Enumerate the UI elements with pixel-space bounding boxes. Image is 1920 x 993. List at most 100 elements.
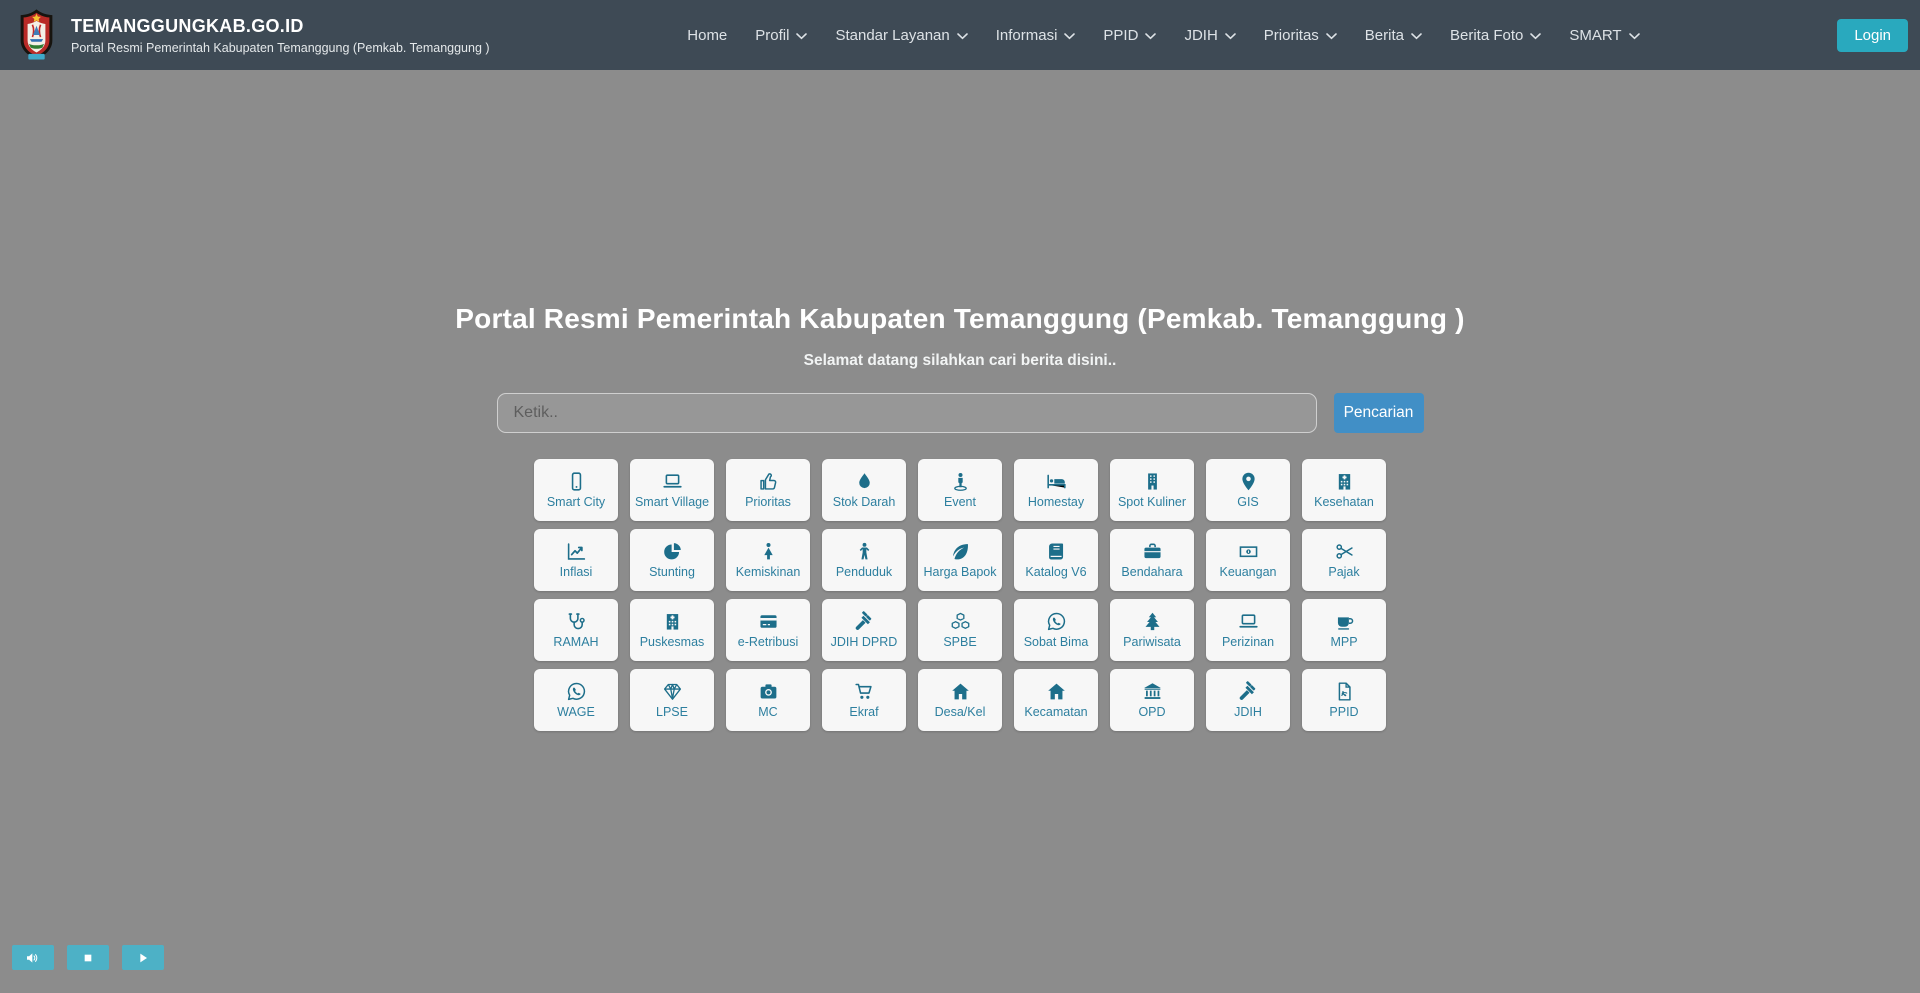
tile-smart-city[interactable]: Smart City	[534, 459, 618, 521]
tile-inflasi[interactable]: Inflasi	[534, 529, 618, 591]
play-button[interactable]	[122, 945, 164, 970]
tile-label: Katalog V6	[1025, 566, 1086, 579]
nav-item-home[interactable]: Home	[687, 27, 727, 44]
search-bar: Pencarian	[0, 393, 1920, 433]
tile-mc[interactable]: MC	[726, 669, 810, 731]
chevron-down-icon	[957, 33, 968, 40]
stop-button[interactable]	[67, 945, 109, 970]
stop-icon	[80, 950, 96, 966]
nav-item-label: Profil	[755, 27, 789, 44]
thumbs-up-icon	[758, 471, 779, 492]
tile-label: Penduduk	[836, 566, 892, 579]
tile-kemiskinan[interactable]: Kemiskinan	[726, 529, 810, 591]
tile-label: Prioritas	[745, 496, 791, 509]
tile-penduduk[interactable]: Penduduk	[822, 529, 906, 591]
tile-sobat-bima[interactable]: Sobat Bima	[1014, 599, 1098, 661]
tile-kesehatan[interactable]: Kesehatan	[1302, 459, 1386, 521]
tile-jdih[interactable]: JDIH	[1206, 669, 1290, 731]
brand[interactable]: TEMANGGUNGKAB.GO.ID Portal Resmi Pemerin…	[14, 8, 490, 62]
building-icon	[1142, 471, 1163, 492]
tree-icon	[1142, 611, 1163, 632]
chevron-down-icon	[1326, 33, 1337, 40]
coffee-cup-icon	[1334, 611, 1355, 632]
chevron-down-icon	[1064, 33, 1075, 40]
tile-kecamatan[interactable]: Kecamatan	[1014, 669, 1098, 731]
file-pdf-icon	[1334, 681, 1355, 702]
nav-item-berita-foto[interactable]: Berita Foto	[1450, 27, 1541, 44]
tile-e-retribusi[interactable]: e-Retribusi	[726, 599, 810, 661]
droplet-icon	[854, 471, 875, 492]
mobile-icon	[566, 471, 587, 492]
top-navbar: TEMANGGUNGKAB.GO.ID Portal Resmi Pemerin…	[0, 0, 1920, 70]
nav-item-label: Berita	[1365, 27, 1404, 44]
shopping-cart-icon	[854, 681, 875, 702]
tile-opd[interactable]: OPD	[1110, 669, 1194, 731]
tile-homestay[interactable]: Homestay	[1014, 459, 1098, 521]
tile-label: Kecamatan	[1024, 706, 1087, 719]
login-button[interactable]: Login	[1837, 19, 1908, 52]
tile-puskesmas[interactable]: Puskesmas	[630, 599, 714, 661]
app-tile-grid: Smart City Smart Village Prioritas Stok …	[534, 459, 1386, 731]
tile-stok-darah[interactable]: Stok Darah	[822, 459, 906, 521]
tile-jdih-dprd[interactable]: JDIH DPRD	[822, 599, 906, 661]
tile-label: Homestay	[1028, 496, 1084, 509]
tile-keuangan[interactable]: Keuangan	[1206, 529, 1290, 591]
tile-label: MC	[758, 706, 777, 719]
leaf-icon	[950, 541, 971, 562]
tile-label: Stunting	[649, 566, 695, 579]
tile-katalog-v6[interactable]: Katalog V6	[1014, 529, 1098, 591]
tile-wage[interactable]: WAGE	[534, 669, 618, 731]
tile-mpp[interactable]: MPP	[1302, 599, 1386, 661]
tile-lpse[interactable]: LPSE	[630, 669, 714, 731]
site-subtitle: Portal Resmi Pemerintah Kabupaten Temang…	[71, 41, 490, 55]
tile-prioritas[interactable]: Prioritas	[726, 459, 810, 521]
tile-stunting[interactable]: Stunting	[630, 529, 714, 591]
tile-ramah[interactable]: RAMAH	[534, 599, 618, 661]
child-icon	[854, 541, 875, 562]
brand-text: TEMANGGUNGKAB.GO.ID Portal Resmi Pemerin…	[71, 16, 490, 55]
tile-label: Pajak	[1328, 566, 1359, 579]
tile-pariwisata[interactable]: Pariwisata	[1110, 599, 1194, 661]
tile-event[interactable]: Event	[918, 459, 1002, 521]
tile-label: e-Retribusi	[738, 636, 798, 649]
volume-button[interactable]	[12, 945, 54, 970]
tile-gis[interactable]: GIS	[1206, 459, 1290, 521]
tile-label: Inflasi	[560, 566, 593, 579]
laptop-icon	[662, 471, 683, 492]
tile-pajak[interactable]: Pajak	[1302, 529, 1386, 591]
tile-smart-village[interactable]: Smart Village	[630, 459, 714, 521]
tile-perizinan[interactable]: Perizinan	[1206, 599, 1290, 661]
nav-item-standar-layanan[interactable]: Standar Layanan	[835, 27, 967, 44]
tile-spbe[interactable]: SPBE	[918, 599, 1002, 661]
tile-ppid[interactable]: PPID	[1302, 669, 1386, 731]
tile-label: SPBE	[943, 636, 976, 649]
search-button[interactable]: Pencarian	[1334, 393, 1424, 433]
map-marker-icon	[1238, 471, 1259, 492]
nav-item-informasi[interactable]: Informasi	[996, 27, 1076, 44]
nav-item-prioritas[interactable]: Prioritas	[1264, 27, 1337, 44]
female-icon	[758, 541, 779, 562]
tile-harga-bapok[interactable]: Harga Bapok	[918, 529, 1002, 591]
search-input[interactable]	[497, 393, 1317, 433]
tile-ekraf[interactable]: Ekraf	[822, 669, 906, 731]
nav-item-jdih[interactable]: JDIH	[1184, 27, 1235, 44]
nav-item-ppid[interactable]: PPID	[1103, 27, 1156, 44]
camera-icon	[758, 681, 779, 702]
tile-label: Keuangan	[1219, 566, 1276, 579]
laptop-icon	[1238, 611, 1259, 632]
nav-item-smart[interactable]: SMART	[1569, 27, 1639, 44]
tile-label: Kemiskinan	[736, 566, 801, 579]
nav-item-label: PPID	[1103, 27, 1138, 44]
tile-label: Puskesmas	[640, 636, 705, 649]
nav-item-berita[interactable]: Berita	[1365, 27, 1422, 44]
chevron-down-icon	[1411, 33, 1422, 40]
bank-icon	[1142, 681, 1163, 702]
tile-spot-kuliner[interactable]: Spot Kuliner	[1110, 459, 1194, 521]
nav-item-label: Prioritas	[1264, 27, 1319, 44]
tile-label: Harga Bapok	[924, 566, 997, 579]
nav-item-profil[interactable]: Profil	[755, 27, 807, 44]
credit-card-icon	[758, 611, 779, 632]
money-icon	[1238, 541, 1259, 562]
tile-bendahara[interactable]: Bendahara	[1110, 529, 1194, 591]
tile-desa-kel[interactable]: Desa/Kel	[918, 669, 1002, 731]
